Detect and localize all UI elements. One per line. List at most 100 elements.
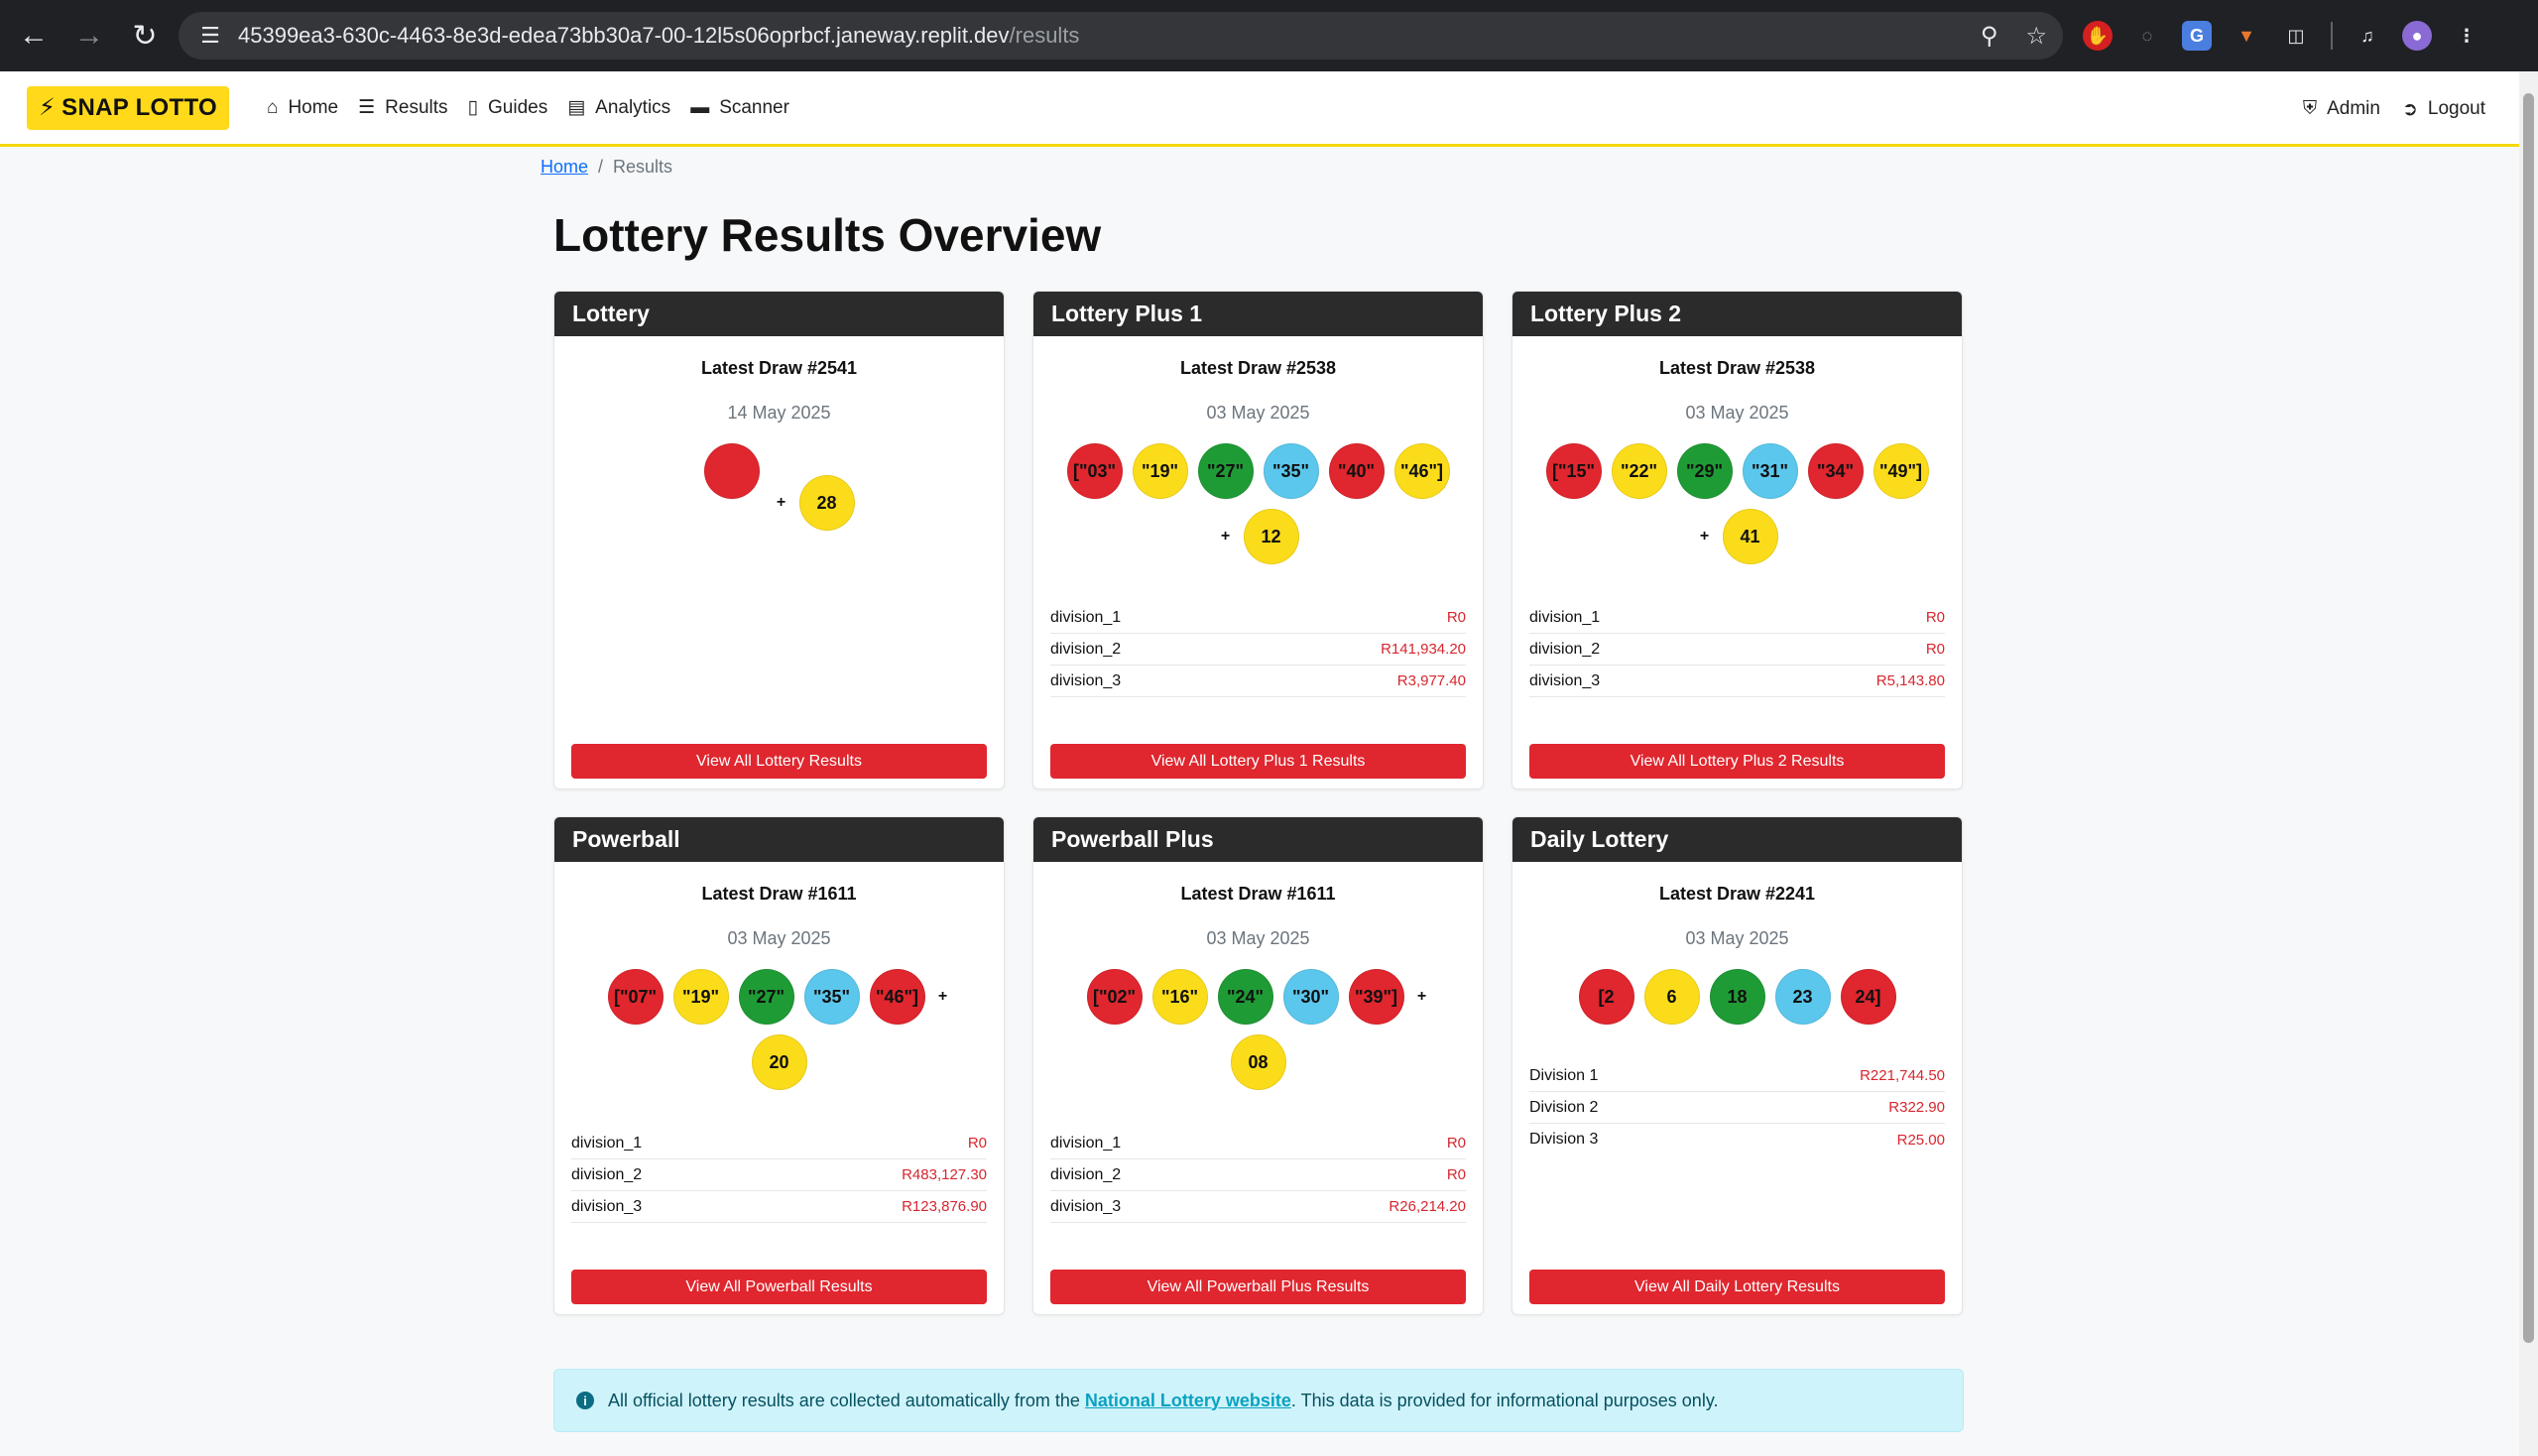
nav-home[interactable]: ⌂ Home [267,97,338,119]
alert-text-after: . This data is provided for informationa… [1290,1390,1719,1410]
view-all-powerball-plus-button[interactable]: View All Powerball Plus Results [1050,1270,1466,1304]
browser-menu-icon[interactable]: ⋮ [2452,21,2481,51]
division-value: R0 [1925,641,1945,658]
media-control-icon[interactable]: ♫ [2353,21,2382,51]
plus-sign: + [937,988,948,1005]
card-title: Lottery Plus 2 [1512,292,1962,336]
list-icon: ☰ [358,97,376,118]
translate-extension-icon[interactable]: G [2182,21,2212,51]
division-name: division_1 [1050,608,1122,626]
view-all-lottery-button[interactable]: View All Lottery Results [571,744,987,779]
lottery-ball: "35" [1263,443,1319,499]
division-row: division_1 R0 [1050,602,1466,634]
url-text[interactable]: 45399ea3-630c-4463-8e3d-edea73bb30a7-00-… [238,23,1079,49]
nav-logout[interactable]: ➲ Logout [2402,98,2485,121]
view-all-lottery-plus-2-button[interactable]: View All Lottery Plus 2 Results [1529,744,1945,779]
fox-extension-icon[interactable]: ▼ [2232,21,2261,51]
profile-avatar[interactable]: ● [2402,21,2432,51]
division-value: R0 [1446,609,1466,626]
card-lottery-plus-2: Lottery Plus 2 Latest Draw #2538 03 May … [1511,291,1963,789]
scrollbar-thumb[interactable] [2523,93,2534,1343]
lottery-ball: "30" [1282,969,1339,1025]
lottery-ball: ["07" [607,969,664,1025]
division-value: R26,214.20 [1389,1198,1466,1215]
divisions-table: division_1 R0 division_2 R0 division_3 R26,… [1050,1128,1466,1223]
lottery-ball: "19" [1132,443,1188,499]
nav-results[interactable]: ☰ Results [358,96,447,119]
division-name: division_3 [571,1197,643,1215]
alert-text: All official lottery results are collect… [608,1391,1718,1411]
bookmark-star-icon[interactable]: ☆ [2025,22,2047,51]
lottery-ball: "27" [1197,443,1254,499]
latest-draw: Latest Draw #2541 [700,358,858,378]
logout-icon: ➲ [2401,98,2418,120]
bonus-ball: 12 [1243,509,1299,564]
view-all-daily-lottery-button[interactable]: View All Daily Lottery Results [1529,1270,1945,1304]
lottery-ball: "27" [738,969,794,1025]
breadcrumb-current: Results [613,157,673,177]
forward-arrow-icon[interactable]: → [61,8,117,63]
powerball: 08 [1230,1034,1286,1090]
breadcrumb-separator: / [598,157,604,177]
national-lottery-link[interactable]: National Lottery website [1085,1391,1291,1410]
division-value: R0 [1446,1166,1466,1183]
divisions-table: division_1 R0 division_2 R483,127.30 divis… [571,1128,987,1223]
nav-guides[interactable]: ▯ Guides [468,96,548,119]
address-bar[interactable]: ☰ 45399ea3-630c-4463-8e3d-edea73bb30a7-0… [179,12,2063,60]
site-settings-icon[interactable]: ☰ [186,12,234,60]
lottery-ball: 18 [1709,969,1765,1025]
back-arrow-icon[interactable]: ← [6,8,61,63]
brand-logo[interactable]: ⚡ SNAP LOTTO [27,85,229,130]
extension-circle-icon[interactable]: ◌ [2132,21,2162,51]
nav-analytics[interactable]: ▤ Analytics [567,96,670,119]
division-value: R0 [1446,1135,1466,1152]
info-alert: i All official lottery results are colle… [553,1369,1964,1432]
card-title: Powerball [554,817,1004,862]
view-all-powerball-button[interactable]: View All Powerball Results [571,1270,987,1304]
nav-admin[interactable]: ⛨ Admin [2303,98,2380,120]
division-value: R221,744.50 [1860,1067,1945,1084]
division-name: division_3 [1050,671,1122,689]
draw-date: 14 May 2025 [727,403,831,423]
lottery-ball: "24" [1217,969,1273,1025]
ticket-icon: ▬ [690,96,710,118]
reload-icon[interactable]: ↻ [117,8,173,63]
adblock-extension-icon[interactable]: ✋ [2083,21,2113,51]
division-value: R483,127.30 [902,1166,987,1183]
powerball: 20 [751,1034,807,1090]
lottery-ball: "40" [1328,443,1385,499]
lottery-ball: "49"] [1873,443,1929,499]
division-value: R5,143.80 [1875,672,1945,689]
lottery-ball: "19" [672,969,729,1025]
brand-name: SNAP LOTTO [61,93,217,121]
plus-sign: + [1416,988,1427,1005]
division-row: Division 1 R221,744.50 [1529,1060,1945,1092]
division-value: R123,876.90 [902,1198,987,1215]
division-value: R141,934.20 [1381,641,1466,658]
divisions-table: Division 1 R221,744.50 Division 2 R322.90 … [1529,1060,1945,1155]
nav-scanner-label: Scanner [719,96,789,118]
page-scrollbar[interactable] [2519,71,2538,1456]
division-value: R3,977.40 [1396,672,1466,689]
lottery-ball: ["03" [1066,443,1123,499]
plus-sign: + [776,494,786,511]
division-row: division_2 R0 [1050,1159,1466,1191]
card-title: Daily Lottery [1512,817,1962,862]
lottery-ball: "46"] [1393,443,1450,499]
latest-draw: Latest Draw #2538 [1179,358,1337,378]
lottery-ball: "39"] [1348,969,1404,1025]
nav-home-label: Home [288,96,339,118]
zoom-icon[interactable]: ⚲ [1981,22,1998,51]
view-all-lottery-plus-1-button[interactable]: View All Lottery Plus 1 Results [1050,744,1466,779]
lottery-ball: 23 [1774,969,1831,1025]
division-name: division_1 [571,1134,643,1152]
nav-scanner[interactable]: ▬ Scanner [690,97,789,119]
division-name: Division 1 [1529,1066,1599,1084]
extensions-puzzle-icon[interactable]: ◫ [2281,21,2311,51]
division-value: R25.00 [1896,1131,1945,1149]
page-title: Lottery Results Overview [553,209,1102,261]
division-row: division_1 R0 [1529,602,1945,634]
lottery-ball: "22" [1611,443,1667,499]
breadcrumb-home[interactable]: Home [541,157,588,178]
plus-sign: + [1220,528,1231,545]
